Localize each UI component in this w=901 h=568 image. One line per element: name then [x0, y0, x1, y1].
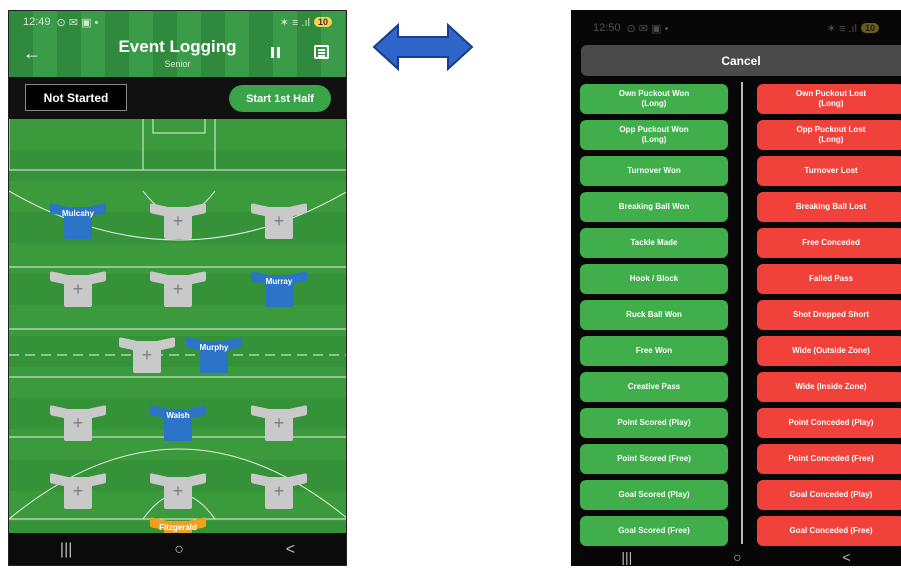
plus-icon: + [172, 211, 184, 231]
plus-icon: + [141, 345, 153, 365]
player-name: Walsh [166, 411, 190, 420]
page-subtitle: Senior [164, 59, 191, 69]
stage: 12:49 ⊙ ✉ ▣ • ✶ ≡ .ıl 10 ← Event Logging… [0, 0, 901, 568]
player-name: Murphy [199, 343, 229, 352]
empty-position-jersey[interactable]: + [50, 405, 106, 441]
event-won-button[interactable]: Opp Puckout Won (Long) [580, 120, 728, 150]
event-log-icon[interactable] [314, 45, 329, 59]
empty-position-jersey[interactable]: + [119, 337, 175, 373]
pause-icon[interactable] [271, 47, 280, 58]
plus-icon: + [72, 413, 84, 433]
empty-position-jersey[interactable]: + [150, 271, 206, 307]
event-won-button[interactable]: Ruck Ball Won [580, 300, 728, 330]
event-lost-button[interactable]: Point Conceded (Play) [757, 408, 901, 438]
battery-icon: 10 [313, 17, 332, 27]
status-notification-icons: ⊙ ✉ ▣ • [626, 22, 669, 35]
event-picker-screen: 12:50 ⊙ ✉ ▣ • ✶ ≡ .ıl 10 Cancel Own Puck… [571, 10, 901, 566]
event-lost-button[interactable]: Wide (Outside Zone) [757, 336, 901, 366]
double-arrow-icon [372, 22, 474, 72]
cancel-button[interactable]: Cancel [581, 45, 901, 76]
battery-icon: 10 [860, 23, 879, 33]
pitch: Mulcahy + + + + Murray + Murphy + Walsh + + + + Fitzge… [9, 119, 346, 533]
event-lost-button[interactable]: Turnover Lost [757, 156, 901, 186]
pitch-lines [9, 119, 346, 520]
home-icon[interactable]: ○ [733, 549, 741, 565]
empty-position-jersey[interactable]: + [50, 271, 106, 307]
event-won-button[interactable]: Goal Scored (Play) [580, 480, 728, 510]
signal-icons: ✶ ≡ .ıl [826, 22, 857, 35]
event-lost-button[interactable]: Opp Puckout Lost (Long) [757, 120, 901, 150]
empty-position-jersey[interactable]: + [50, 473, 106, 509]
back-icon[interactable]: < [286, 541, 295, 559]
empty-position-jersey[interactable]: + [251, 473, 307, 509]
status-bar: 12:50 ⊙ ✉ ▣ • ✶ ≡ .ıl 10 [571, 10, 901, 46]
status-time: 12:50 [593, 22, 621, 34]
android-nav-bar: ||| ○ < [9, 533, 346, 565]
event-lost-button[interactable]: Breaking Ball Lost [757, 192, 901, 222]
event-lost-button[interactable]: Goal Conceded (Play) [757, 480, 901, 510]
empty-position-jersey[interactable]: + [150, 203, 206, 239]
recent-apps-icon[interactable]: ||| [621, 549, 632, 565]
player-jersey[interactable]: Murphy [186, 337, 242, 373]
empty-position-jersey[interactable]: + [150, 473, 206, 509]
match-controls: Not Started Start 1st Half [9, 77, 346, 119]
android-nav-bar: ||| ○ < [571, 548, 901, 566]
plus-icon: + [273, 211, 285, 231]
player-name: Mulcahy [61, 209, 94, 218]
plus-icon: + [72, 279, 84, 299]
event-won-button[interactable]: Goal Scored (Free) [580, 516, 728, 546]
event-won-button[interactable]: Point Scored (Play) [580, 408, 728, 438]
event-won-button[interactable]: Free Won [580, 336, 728, 366]
home-icon[interactable]: ○ [174, 541, 184, 559]
event-lost-button[interactable]: Point Conceded (Free) [757, 444, 901, 474]
event-won-button[interactable]: Tackle Made [580, 228, 728, 258]
player-jersey[interactable]: Walsh [150, 405, 206, 441]
plus-icon: + [273, 413, 285, 433]
event-lost-button[interactable]: Shot Dropped Short [757, 300, 901, 330]
event-won-button[interactable]: Point Scored (Free) [580, 444, 728, 474]
status-bar: 12:49 ⊙ ✉ ▣ • ✶ ≡ .ıl 10 [9, 11, 346, 33]
player-name: Murray [265, 277, 293, 286]
player-name: Fitzgerald [159, 523, 197, 532]
signal-icons: ✶ ≡ .ıl [279, 16, 310, 29]
event-won-button[interactable]: Own Puckout Won (Long) [580, 84, 728, 114]
recent-apps-icon[interactable]: ||| [60, 541, 72, 559]
player-jersey[interactable]: Fitzgerald [150, 517, 206, 533]
event-won-button[interactable]: Creative Pass [580, 372, 728, 402]
event-lost-button[interactable]: Goal Conceded (Free) [757, 516, 901, 546]
empty-position-jersey[interactable]: + [251, 203, 307, 239]
start-half-button[interactable]: Start 1st Half [229, 85, 331, 112]
event-lost-button[interactable]: Failed Pass [757, 264, 901, 294]
player-jersey[interactable]: Mulcahy [50, 203, 106, 239]
status-time: 12:49 [23, 16, 51, 28]
page-title: Event Logging [118, 37, 237, 56]
plus-icon: + [273, 481, 285, 501]
event-lost-button[interactable]: Wide (Inside Zone) [757, 372, 901, 402]
plus-icon: + [72, 481, 84, 501]
player-jersey[interactable]: Murray [251, 271, 307, 307]
event-lost-button[interactable]: Own Puckout Lost (Long) [757, 84, 901, 114]
back-icon[interactable]: < [842, 549, 850, 565]
event-logging-screen: 12:49 ⊙ ✉ ▣ • ✶ ≡ .ıl 10 ← Event Logging… [8, 10, 347, 566]
app-bar: 12:49 ⊙ ✉ ▣ • ✶ ≡ .ıl 10 ← Event Logging… [9, 11, 346, 77]
plus-icon: + [172, 279, 184, 299]
match-status-badge: Not Started [25, 84, 127, 111]
event-lost-button[interactable]: Free Conceded [757, 228, 901, 258]
empty-position-jersey[interactable]: + [251, 405, 307, 441]
event-won-button[interactable]: Turnover Won [580, 156, 728, 186]
column-divider [741, 82, 743, 544]
status-notification-icons: ⊙ ✉ ▣ • [56, 16, 99, 29]
event-won-button[interactable]: Hook / Block [580, 264, 728, 294]
event-won-button[interactable]: Breaking Ball Won [580, 192, 728, 222]
plus-icon: + [172, 481, 184, 501]
